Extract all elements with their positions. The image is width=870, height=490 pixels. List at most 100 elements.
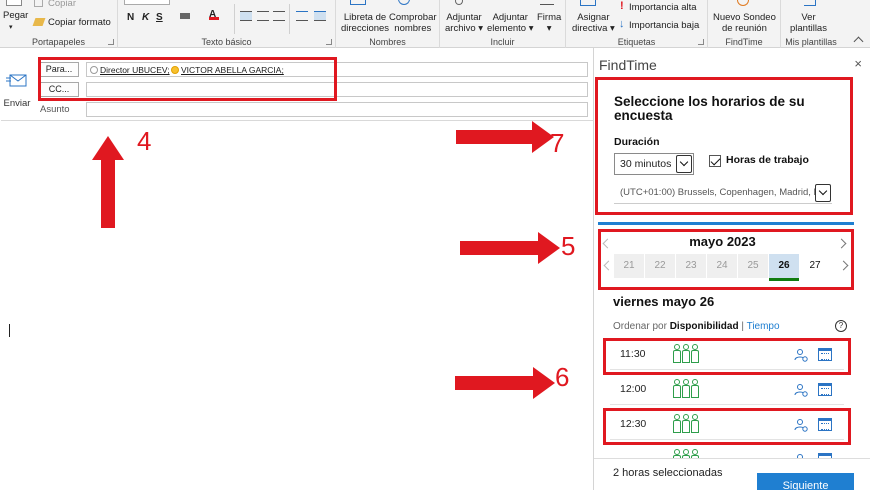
attach-item-line2: elemento ▾ xyxy=(487,23,534,34)
font-box[interactable] xyxy=(124,0,170,5)
calendar-icon[interactable] xyxy=(818,383,832,396)
sort-row: Ordenar por Disponibilidad | Tiempo xyxy=(613,321,780,332)
address-book-icon xyxy=(350,0,366,5)
attach-file-button[interactable]: Adjuntar archivo ▾ xyxy=(445,12,483,34)
copy-format-button[interactable]: Copiar formato xyxy=(48,17,111,28)
new-poll-button[interactable]: Nuevo Sondeo de reunión xyxy=(713,12,776,34)
low-importance-icon: ↓ xyxy=(619,18,625,30)
sort-separator: | xyxy=(738,321,747,332)
time-slot[interactable]: 12:00 xyxy=(610,375,844,405)
send-label: Enviar xyxy=(3,98,31,109)
attach-item-button[interactable]: Adjuntar elemento ▾ xyxy=(487,12,534,34)
close-icon[interactable]: × xyxy=(854,56,862,71)
high-importance-button[interactable]: Importancia alta xyxy=(629,2,697,13)
section-divider xyxy=(598,222,854,225)
findtime-group: Nuevo Sondeo de reunión FindTime xyxy=(708,0,781,48)
annotation-number-4: 4 xyxy=(137,126,152,156)
basic-text-group: N K S A Texto básico xyxy=(118,0,336,48)
annotation-box-recipients xyxy=(38,57,337,101)
annotation-arrow-up xyxy=(92,136,124,228)
annotation-arrow-5 xyxy=(460,232,560,264)
basic-text-launcher-icon[interactable] xyxy=(326,39,332,45)
assign-policy-icon xyxy=(580,0,596,6)
increase-indent-icon[interactable] xyxy=(314,11,326,21)
attach-file-icon xyxy=(455,0,463,5)
paste-dropdown-icon[interactable]: ▾ xyxy=(9,22,13,33)
align-left-icon[interactable] xyxy=(240,11,252,21)
tags-launcher-icon[interactable] xyxy=(698,39,704,45)
view-templates-line2: plantillas xyxy=(790,23,827,34)
attendees-available-icon xyxy=(672,449,699,458)
assign-policy-button[interactable]: Asignar directiva ▾ xyxy=(572,12,615,34)
address-book-button[interactable]: Libreta de direcciones xyxy=(341,12,389,34)
copy-icon xyxy=(34,0,43,7)
person-icon xyxy=(681,379,690,398)
assign-policy-line2-text: directiva xyxy=(572,23,608,34)
divider xyxy=(289,4,290,34)
assign-policy-line2: directiva ▾ xyxy=(572,23,615,34)
signature-icon xyxy=(540,0,554,5)
align-center-icon[interactable] xyxy=(257,11,269,21)
annotation-arrow-7 xyxy=(456,121,554,153)
italic-button[interactable]: K xyxy=(142,12,149,23)
check-names-line2: nombres xyxy=(394,23,432,34)
copy-button[interactable]: Copiar xyxy=(48,0,76,9)
templates-icon xyxy=(804,0,816,6)
signature-button[interactable]: Firma ▾ xyxy=(537,12,561,34)
check-names-line1: Comprobar xyxy=(389,12,437,23)
next-button[interactable]: Siguiente xyxy=(757,473,854,490)
templates-group: Ver plantillas Mis plantillas xyxy=(781,0,841,48)
underline-button[interactable]: S xyxy=(156,12,163,23)
annotation-box-slot-1230 xyxy=(603,408,851,445)
divider xyxy=(234,4,235,34)
person-icon xyxy=(690,449,699,458)
check-names-button[interactable]: Comprobar nombres xyxy=(389,12,437,34)
assign-policy-line1: Asignar xyxy=(577,12,610,23)
paste-button[interactable]: Pegar xyxy=(3,10,28,21)
pane-title: FindTime xyxy=(599,57,657,73)
poll-icon xyxy=(737,0,749,6)
pane-footer: 2 horas seleccionadas Siguiente xyxy=(594,458,870,490)
attendee-details-icon[interactable] xyxy=(794,383,808,397)
signature-label: Firma xyxy=(537,12,562,23)
attach-file-line1: Adjuntar xyxy=(446,12,482,23)
align-right-icon[interactable] xyxy=(273,11,285,21)
person-icon xyxy=(690,379,699,398)
high-importance-icon: ! xyxy=(620,0,624,12)
view-templates-line1: Ver xyxy=(801,12,816,23)
basic-text-group-label: Texto básico xyxy=(201,37,252,47)
format-painter-icon xyxy=(32,18,46,26)
annotation-arrow-6 xyxy=(455,367,555,399)
collapse-ribbon-icon[interactable] xyxy=(853,36,864,47)
names-group-label: Nombres xyxy=(369,37,406,47)
sort-availability[interactable]: Disponibilidad xyxy=(670,321,739,332)
slot-time: 12:00 xyxy=(620,383,647,395)
address-book-line1: Libreta de xyxy=(343,12,387,23)
templates-group-label: Mis plantillas xyxy=(785,37,837,47)
clipboard-group: Pegar ▾ Copiar Copiar formato Portapapel… xyxy=(0,0,118,48)
annotation-box-survey-settings xyxy=(595,77,853,215)
attach-item-line1: Adjuntar xyxy=(492,12,528,23)
subject-label: Asunto xyxy=(40,104,70,115)
annotation-number-7: 7 xyxy=(550,128,565,158)
decrease-indent-icon[interactable] xyxy=(296,11,308,21)
highlight-icon[interactable] xyxy=(180,13,190,19)
include-group: Adjuntar archivo ▾ Adjuntar elemento ▾ F… xyxy=(440,0,566,48)
address-book-line2: direcciones xyxy=(341,23,390,34)
help-icon[interactable]: ? xyxy=(835,320,847,332)
date-heading: viernes mayo 26 xyxy=(613,294,715,309)
bold-button[interactable]: N xyxy=(127,12,134,23)
font-color-icon[interactable]: A xyxy=(209,10,219,20)
message-body[interactable] xyxy=(1,120,593,490)
view-templates-button[interactable]: Ver plantillas xyxy=(790,12,827,34)
low-importance-button[interactable]: Importancia baja xyxy=(629,20,699,31)
clipboard-launcher-icon[interactable] xyxy=(108,39,114,45)
sort-time[interactable]: Tiempo xyxy=(747,321,780,332)
subject-field[interactable] xyxy=(86,102,588,117)
clipboard-group-label: Portapapeles xyxy=(31,37,86,47)
send-icon xyxy=(6,74,27,87)
time-slot[interactable] xyxy=(610,445,844,458)
send-button[interactable]: Enviar xyxy=(2,62,32,114)
person-icon xyxy=(672,379,681,398)
person-icon xyxy=(681,449,690,458)
